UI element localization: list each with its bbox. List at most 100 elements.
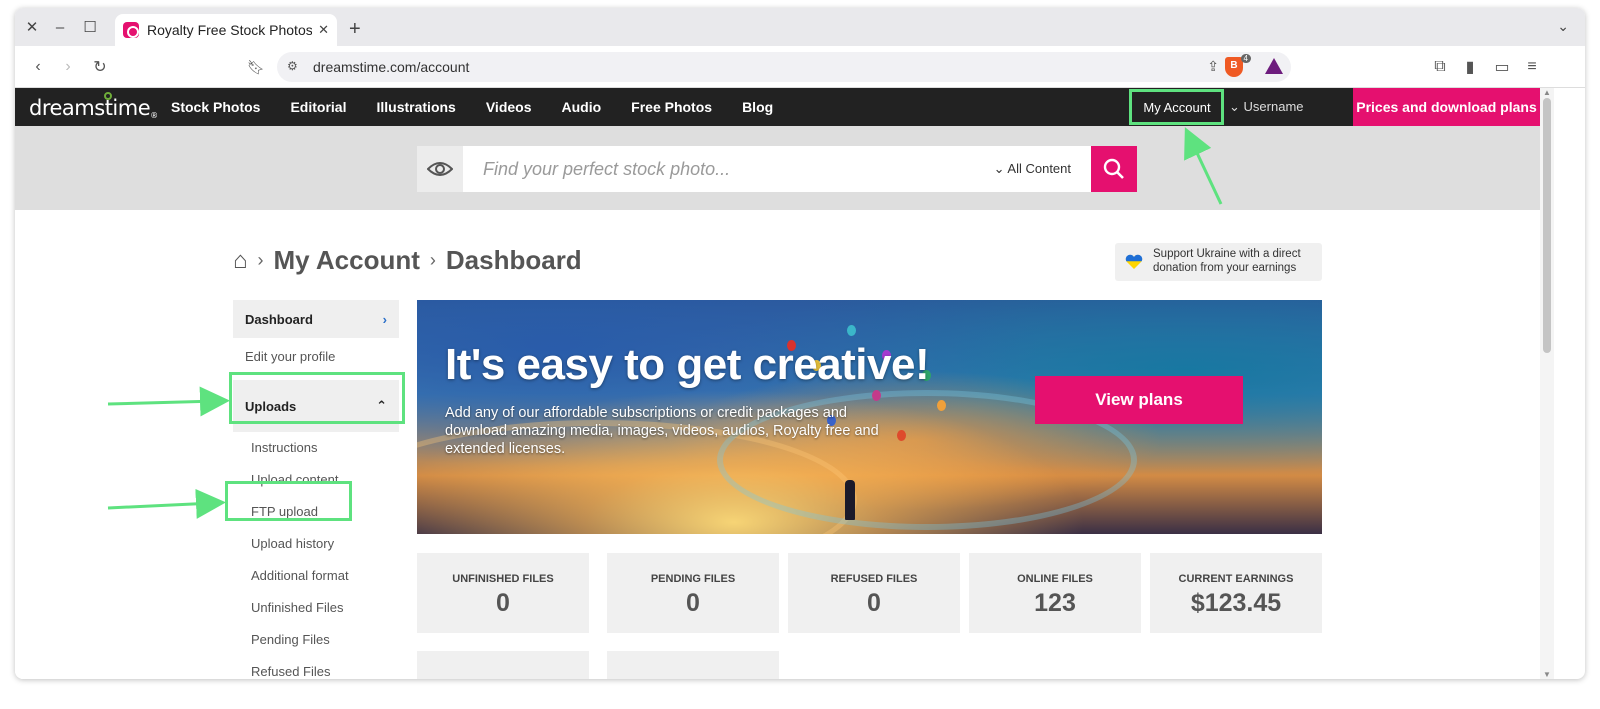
ukraine-heart-icon (1125, 254, 1143, 269)
sidebar-sub-unfinished-files[interactable]: Unfinished Files (233, 592, 399, 624)
person-silhouette (845, 480, 855, 520)
content-filter-label: All Content (1007, 161, 1071, 176)
site-settings-icon[interactable]: ⚙ (287, 59, 298, 73)
new-tab-icon[interactable]: + (349, 18, 361, 41)
search-icon (1103, 158, 1124, 179)
logo-dot-icon (104, 92, 112, 100)
banner-title: It's easy to get creative! (445, 340, 930, 389)
nav-blog[interactable]: Blog (742, 88, 773, 126)
sidebar-icon[interactable]: ▮ (1459, 56, 1481, 78)
ukraine-donation-box[interactable]: Support Ukraine with a direct donation f… (1115, 243, 1322, 281)
sidebar-sub-instructions[interactable]: Instructions (233, 432, 399, 464)
promo-banner: It's easy to get creative! Add any of ou… (417, 300, 1322, 534)
search-button[interactable] (1091, 146, 1137, 192)
nav-videos[interactable]: Videos (486, 88, 532, 126)
home-icon[interactable]: ⌂ (233, 247, 248, 275)
address-bar[interactable]: ⚙ dreamstime.com/account ⇪ B 4 (277, 52, 1291, 82)
stat-label: ONLINE FILES (1017, 573, 1093, 585)
chevron-down-icon: ⌄ (1229, 99, 1240, 114)
view-plans-button[interactable]: View plans (1035, 376, 1243, 424)
sidebar-item-edit-profile[interactable]: Edit your profile (233, 338, 399, 376)
tab-list-chevron-icon[interactable]: ⌄ (1557, 18, 1569, 35)
my-account-link[interactable]: My Account (1131, 90, 1223, 124)
ukraine-text: Support Ukraine with a direct donation f… (1153, 248, 1301, 274)
balloon (847, 325, 856, 336)
prices-plans-button[interactable]: Prices and download plans (1353, 88, 1540, 126)
balloon (937, 400, 946, 411)
nav-illustrations[interactable]: Illustrations (376, 88, 455, 126)
username-menu[interactable]: ⌄ Username (1229, 88, 1304, 126)
chevron-right-icon: › (257, 250, 264, 270)
stat-card-refused[interactable]: REFUSED FILES 0 (788, 553, 960, 633)
tab-title: Royalty Free Stock Photos (147, 22, 313, 38)
search-band: ⌄ All Content (15, 126, 1540, 210)
main-nav: Stock Photos Editorial Illustrations Vid… (171, 88, 803, 126)
shield-count-badge: 4 (1240, 54, 1251, 63)
sidebar-item-dashboard[interactable]: Dashboard › (233, 300, 399, 338)
nav-free-photos[interactable]: Free Photos (631, 88, 712, 126)
search-input[interactable] (463, 158, 994, 180)
sidebar: Dashboard › Edit your profile Uploads ⌃ … (233, 300, 399, 679)
nav-editorial[interactable]: Editorial (290, 88, 346, 126)
sidebar-sub-ftp-upload[interactable]: FTP upload (233, 496, 399, 528)
search-box: ⌄ All Content (417, 146, 1137, 192)
sidebar-sub-pending-files[interactable]: Pending Files (233, 624, 399, 656)
menu-icon[interactable]: ≡ (1521, 56, 1543, 78)
nav-audio[interactable]: Audio (562, 88, 602, 126)
chevron-up-icon: ⌃ (376, 398, 387, 413)
stat-card-pending[interactable]: PENDING FILES 0 (607, 553, 779, 633)
back-icon[interactable]: ‹ (27, 56, 49, 78)
sidebar-sub-refused-files[interactable]: Refused Files (233, 656, 399, 679)
stat-value: 0 (686, 589, 700, 617)
chevron-right-icon: › (382, 311, 387, 327)
sidebar-item-label: Dashboard (245, 311, 313, 327)
breadcrumb-dashboard: Dashboard (445, 245, 582, 275)
stat-card-online[interactable]: ONLINE FILES 123 (969, 553, 1141, 633)
browser-window: ✕ – ☐ Royalty Free Stock Photos ✕ + ⌄ ‹ … (15, 8, 1585, 679)
scrollbar-thumb[interactable] (1543, 98, 1551, 353)
stat-label: PENDING FILES (650, 573, 736, 585)
stat-label: REFUSED FILES (830, 573, 918, 585)
reload-icon[interactable]: ↻ (89, 56, 111, 78)
username-label: Username (1243, 99, 1304, 114)
content-filter-select[interactable]: ⌄ All Content (994, 161, 1071, 177)
brave-shield-icon[interactable]: B 4 (1225, 54, 1251, 77)
bat-icon[interactable] (1265, 58, 1283, 74)
forward-icon[interactable]: › (57, 56, 79, 78)
balloon (872, 390, 881, 401)
extensions-icon[interactable]: ⧉ (1429, 56, 1451, 78)
stat-value: 0 (867, 589, 881, 617)
breadcrumb-my-account[interactable]: My Account (274, 245, 420, 276)
sidebar-sub-upload-history[interactable]: Upload history (233, 528, 399, 560)
stat-card-unfinished[interactable]: UNFINISHED FILES 0 (417, 553, 589, 633)
stat-value: 0 (496, 589, 510, 617)
sidebar-sub-additional-format[interactable]: Additional format (233, 560, 399, 592)
sidebar-sub-upload-content[interactable]: Upload content (233, 464, 399, 496)
sidebar-item-uploads[interactable]: Uploads ⌃ (233, 380, 399, 432)
scroll-up-icon[interactable]: ▲ (1543, 88, 1551, 97)
minimize-icon[interactable]: – (49, 16, 71, 38)
banner-text: Add any of our affordable subscriptions … (445, 405, 879, 458)
share-icon[interactable]: ⇪ (1207, 58, 1219, 75)
browser-toolbar: ‹ › ↻ 🔖︎ ⚙ dreamstime.com/account ⇪ B 4 … (15, 46, 1585, 88)
web-page: dreamstime® Stock Photos Editorial Illus… (15, 88, 1540, 679)
close-window-icon[interactable]: ✕ (21, 16, 43, 38)
scroll-down-icon[interactable]: ▼ (1543, 670, 1551, 679)
stat-label: UNFINISHED FILES (452, 573, 554, 585)
stat-value: 123 (1034, 589, 1076, 617)
bookmark-icon[interactable]: 🔖︎ (245, 56, 267, 78)
close-tab-icon[interactable]: ✕ (318, 22, 329, 38)
wallet-icon[interactable]: ▭ (1491, 56, 1513, 78)
page-scrollbar[interactable]: ▲ ▼ (1540, 88, 1554, 679)
site-navbar: dreamstime® Stock Photos Editorial Illus… (15, 88, 1540, 126)
stat-card-partial (607, 651, 779, 679)
nav-stock-photos[interactable]: Stock Photos (171, 88, 260, 126)
chevron-right-icon: › (429, 250, 436, 270)
eye-icon[interactable] (417, 146, 463, 192)
browser-tab[interactable]: Royalty Free Stock Photos ✕ (115, 14, 337, 46)
site-logo[interactable]: dreamstime® (29, 92, 158, 120)
stat-card-earnings[interactable]: CURRENT EARNINGS $123.45 (1150, 553, 1322, 633)
maximize-icon[interactable]: ☐ (79, 16, 101, 38)
stat-label: CURRENT EARNINGS (1178, 573, 1294, 585)
url-text: dreamstime.com/account (313, 59, 470, 75)
